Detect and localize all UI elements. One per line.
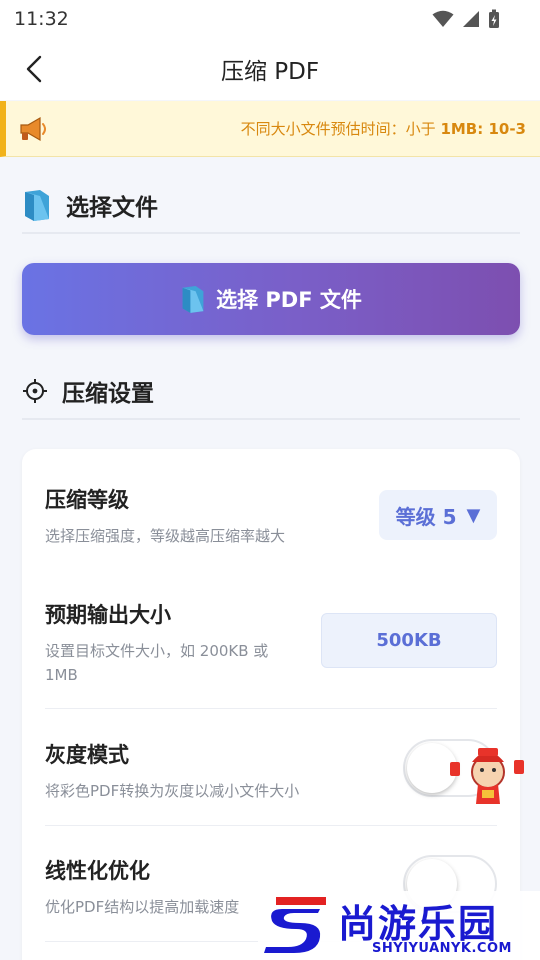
notice-text: 不同大小文件预估时间：小于 1MB: 10-3 xyxy=(241,118,526,139)
select-pdf-button[interactable]: 选择 PDF 文件 xyxy=(22,263,520,335)
chevron-left-icon xyxy=(26,55,42,83)
status-icons xyxy=(432,9,500,29)
folder-icon xyxy=(25,190,49,221)
status-bar: 11:32 xyxy=(0,0,540,38)
notice-text-bold: 1MB: 10-3 xyxy=(440,120,526,138)
brand-name-en: SHYIYUANYK.COM xyxy=(372,941,512,956)
battery-charging-icon xyxy=(489,9,499,28)
watermark: 尚游乐园 SHYIYUANYK.COM xyxy=(258,891,540,960)
dropdown-arrow-icon: ▼ xyxy=(466,504,481,526)
notice-banner: 不同大小文件预估时间：小于 1MB: 10-3 xyxy=(0,101,540,157)
target-size-desc: 设置目标文件大小，如 200KB 或 1MB xyxy=(45,642,269,684)
page-title: 压缩 PDF xyxy=(220,59,320,85)
mascot-sticker-icon xyxy=(450,748,524,804)
target-size-input[interactable] xyxy=(321,613,497,668)
compression-level-select[interactable]: 等级 5 ▼ xyxy=(379,490,497,540)
status-time: 11:32 xyxy=(14,8,69,30)
compression-level-value: 等级 5 xyxy=(395,504,457,529)
megaphone-icon xyxy=(20,116,46,142)
settings-header: 压缩设置 xyxy=(22,364,520,420)
select-file-title: 选择文件 xyxy=(66,195,158,221)
notice-text-prefix: 不同大小文件预估时间：小于 xyxy=(240,120,441,138)
signal-icon xyxy=(463,11,479,27)
gear-icon xyxy=(23,379,47,403)
select-file-header: 选择文件 xyxy=(22,178,520,234)
select-pdf-button-label: 选择 PDF 文件 xyxy=(216,288,362,312)
settings-title: 压缩设置 xyxy=(62,381,154,407)
grayscale-row: 灰度模式 将彩色PDF转换为灰度以减小文件大小 xyxy=(45,739,497,826)
folder-icon xyxy=(182,286,204,313)
settings-card: 压缩等级 选择压缩强度，等级越高压缩率越大 等级 5 ▼ 预期输出大小 设置目标… xyxy=(22,449,520,960)
back-button[interactable] xyxy=(16,50,52,88)
target-size-row: 预期输出大小 设置目标文件大小，如 200KB 或 1MB xyxy=(45,599,497,709)
app-bar: 压缩 PDF xyxy=(0,38,540,100)
brand-logo-icon xyxy=(264,897,326,953)
wifi-icon xyxy=(432,10,454,27)
brand-name-cn: 尚游乐园 xyxy=(338,902,499,946)
